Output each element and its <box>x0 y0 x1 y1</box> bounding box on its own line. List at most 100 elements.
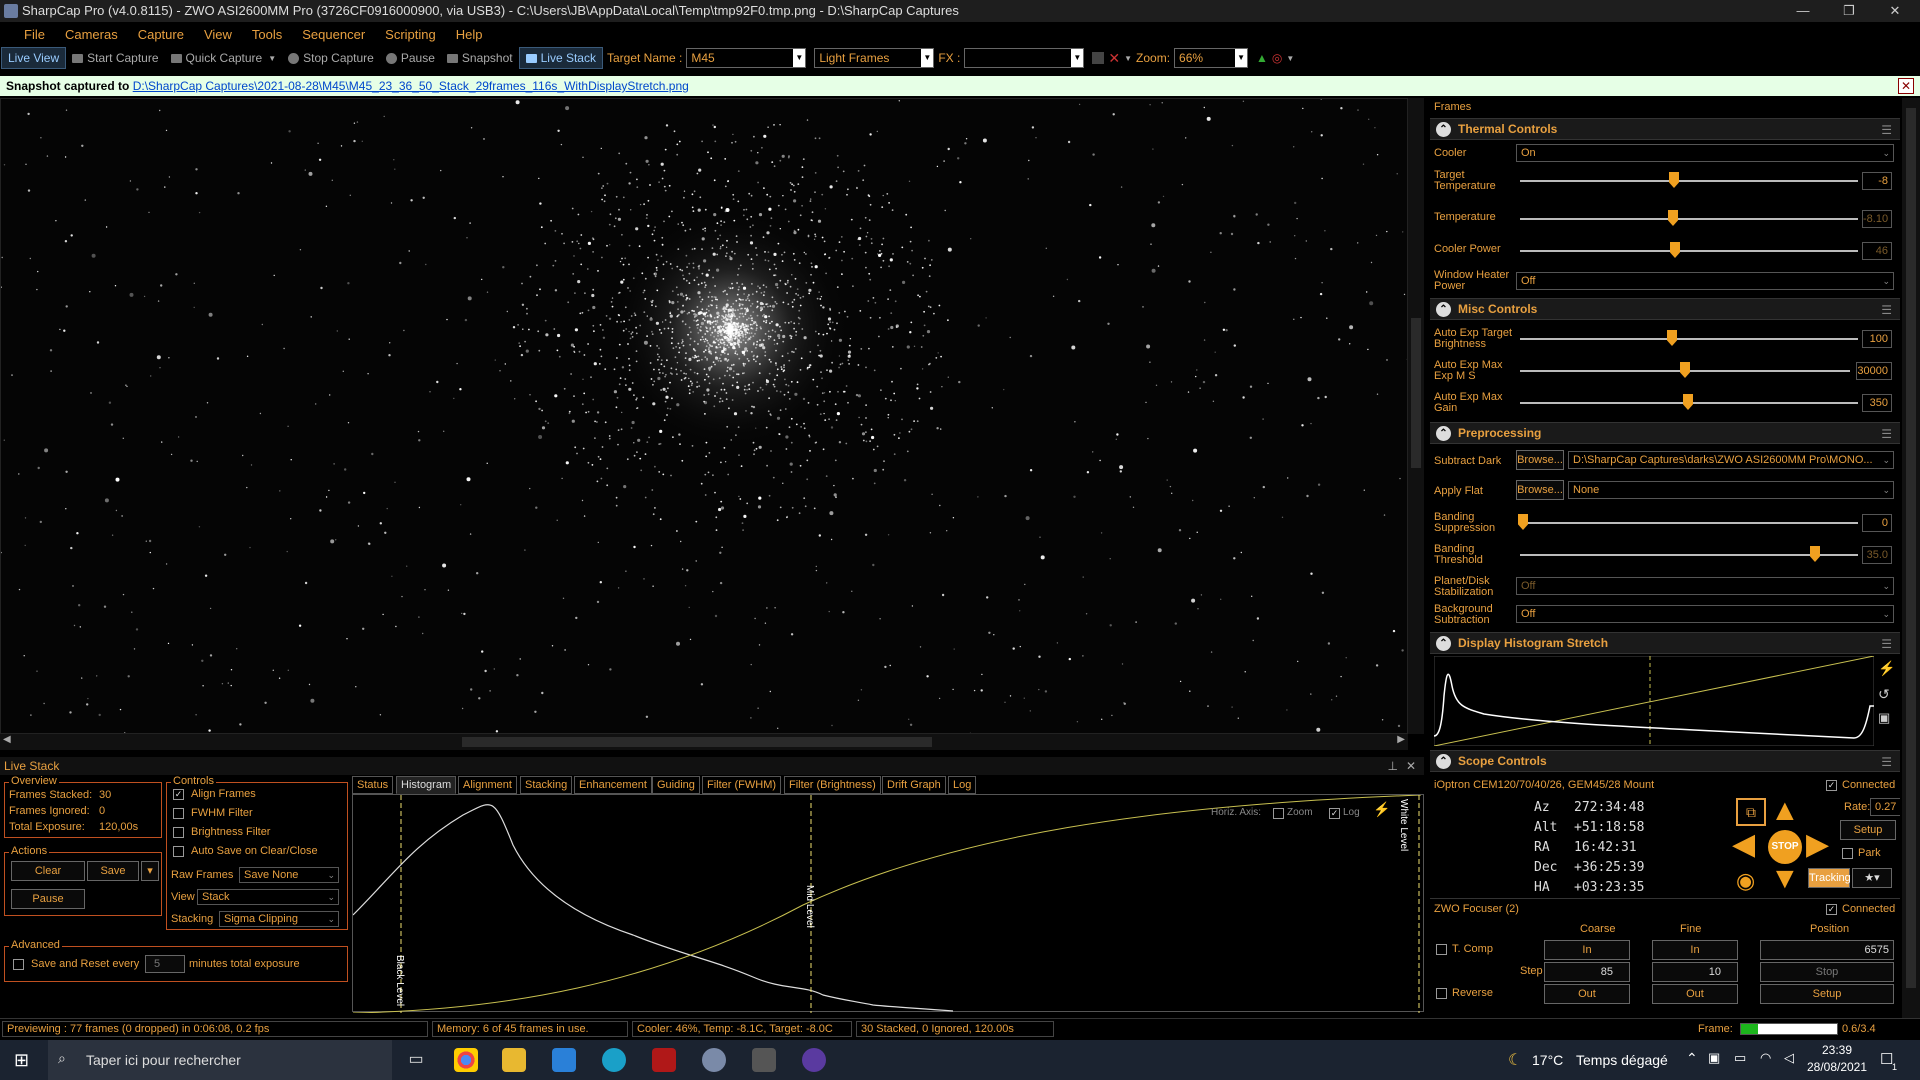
zoom-select[interactable]: 66% ▼ <box>1174 48 1249 68</box>
coarse-step-input[interactable]: 85 <box>1544 962 1630 982</box>
tab-status[interactable]: Status <box>352 776 394 794</box>
live-stack-button[interactable]: Live Stack <box>518 47 603 69</box>
slider-knob[interactable] <box>1680 362 1690 378</box>
start-capture-button[interactable]: Start Capture <box>66 47 164 69</box>
menu-cameras[interactable]: Cameras <box>55 27 128 42</box>
save-icon[interactable]: ▣ <box>1878 710 1890 726</box>
stop-capture-button[interactable]: Stop Capture <box>282 47 380 69</box>
fine-in-button[interactable]: In <box>1652 940 1738 960</box>
minutes-stepper[interactable]: 5 <box>145 955 185 973</box>
collapse-icon[interactable]: ⌃ <box>1436 636 1451 651</box>
tab-drift-graph[interactable]: Drift Graph <box>882 776 946 794</box>
viewer-vertical-scrollbar[interactable] <box>1408 98 1424 734</box>
scroll-right-icon[interactable]: ▶ <box>1397 734 1405 745</box>
zoom-tool-icon[interactable]: ◎ <box>1272 51 1282 65</box>
quick-capture-button[interactable]: Quick Capture ▼ <box>165 47 283 69</box>
snapshot-path-link[interactable]: D:\SharpCap Captures\2021-08-28\M45\M45_… <box>133 79 689 93</box>
pause-button[interactable]: Pause <box>380 47 441 69</box>
goto-icon[interactable]: ⧉ <box>1736 798 1766 826</box>
crosshair-icon[interactable]: ✕ <box>1108 50 1120 67</box>
autosave-checkbox[interactable] <box>173 846 184 857</box>
display-stretch-histogram[interactable] <box>1434 656 1874 746</box>
app-red-icon[interactable] <box>652 1048 676 1072</box>
menu-icon[interactable]: ☰ <box>1881 427 1892 441</box>
scroll-thumb[interactable] <box>462 737 932 747</box>
view-select[interactable]: Stack ⌄ <box>197 889 339 905</box>
wifi-icon[interactable]: ◠ <box>1760 1050 1771 1066</box>
focuser-connected-checkbox[interactable]: ✓ <box>1826 904 1837 915</box>
edge-icon[interactable] <box>602 1048 626 1072</box>
scope-controls-header[interactable]: ⌃ Scope Controls ☰ <box>1430 750 1900 772</box>
chevron-down-icon[interactable]: ▼ <box>921 49 934 67</box>
auto-stretch-icon[interactable]: ⚡ <box>1373 801 1390 818</box>
background-subtraction-select[interactable]: Off ⌄ <box>1516 605 1894 623</box>
east-arrow-button[interactable]: ◀ <box>1732 830 1755 860</box>
auto-exp-target-slider[interactable] <box>1520 338 1858 340</box>
coarse-in-button[interactable]: In <box>1544 940 1630 960</box>
menu-file[interactable]: File <box>14 27 55 42</box>
save-options-icon[interactable]: ▾ <box>141 861 159 881</box>
fx-select[interactable]: ▼ <box>964 48 1085 68</box>
viewer-horizontal-scrollbar[interactable]: ◀ ▶ <box>0 734 1408 750</box>
menu-icon[interactable]: ☰ <box>1881 637 1892 651</box>
scope-connected-checkbox[interactable]: ✓ <box>1826 780 1837 791</box>
battery-icon[interactable]: ▭ <box>1734 1050 1746 1066</box>
chrome-icon[interactable] <box>454 1048 478 1072</box>
frame-type-select[interactable]: Light Frames ▼ <box>814 48 935 68</box>
stack-histogram-chart[interactable] <box>352 794 1425 1014</box>
tab-log[interactable]: Log <box>948 776 977 794</box>
focuser-stop-button[interactable]: Stop <box>1760 962 1894 982</box>
collapse-icon[interactable]: ⌃ <box>1436 302 1451 317</box>
fwhm-filter-checkbox[interactable] <box>173 808 184 819</box>
reverse-checkbox[interactable] <box>1436 988 1447 999</box>
taskbar-search-box[interactable]: ⌕ Taper ici pour rechercher <box>48 1040 392 1080</box>
chevron-down-icon[interactable]: ▼ <box>1124 54 1132 63</box>
south-arrow-button[interactable]: ▼ <box>1770 864 1800 894</box>
tab-guiding[interactable]: Guiding <box>652 776 700 794</box>
cooler-select[interactable]: On ⌄ <box>1516 144 1894 162</box>
image-viewer[interactable] <box>0 98 1408 734</box>
stellarium-icon[interactable] <box>802 1048 826 1072</box>
brightness-filter-checkbox[interactable] <box>173 827 184 838</box>
browse-dark-button[interactable]: Browse... <box>1516 450 1564 470</box>
align-frames-checkbox[interactable]: ✓ <box>173 789 184 800</box>
tab-filter-fwhm[interactable]: Filter (FWHM) <box>702 776 782 794</box>
collapse-icon[interactable]: ⌃ <box>1436 754 1451 769</box>
tracking-button[interactable]: Tracking <box>1808 868 1851 888</box>
windows-start-icon[interactable]: ⊞ <box>14 1050 29 1071</box>
window-heater-select[interactable]: Off ⌄ <box>1516 272 1894 290</box>
pin-icon[interactable]: ⊥ <box>1388 757 1398 775</box>
stack-histogram-panel[interactable]: Black Level Mid Level White Level Horiz.… <box>352 794 1425 1014</box>
tab-stacking[interactable]: Stacking <box>520 776 573 794</box>
menu-capture[interactable]: Capture <box>128 27 194 42</box>
menu-icon[interactable]: ☰ <box>1881 303 1892 317</box>
menu-view[interactable]: View <box>194 27 242 42</box>
log-checkbox[interactable]: ✓ <box>1329 808 1340 819</box>
target-temperature-slider[interactable] <box>1520 180 1858 182</box>
close-button[interactable]: ✕ <box>1872 0 1918 22</box>
raw-frames-select[interactable]: Save None ⌄ <box>239 867 339 883</box>
dark-file-select[interactable]: D:\SharpCap Captures\darks\ZWO ASI2600MM… <box>1568 451 1894 469</box>
collapse-icon[interactable]: ⌃ <box>1436 426 1451 441</box>
chevron-down-icon[interactable]: ▼ <box>1235 49 1248 67</box>
slider-knob[interactable] <box>1667 330 1677 346</box>
clear-stack-button[interactable]: Clear <box>11 861 85 881</box>
tcomp-checkbox[interactable] <box>1436 944 1447 955</box>
task-view-icon[interactable]: ▭ <box>404 1048 428 1072</box>
display-stretch-header[interactable]: ⌃ Display Histogram Stretch ☰ <box>1430 632 1900 654</box>
target-name-input[interactable]: M45 ▼ <box>686 48 807 68</box>
browse-flat-button[interactable]: Browse... <box>1516 480 1564 500</box>
menu-icon[interactable]: ☰ <box>1881 123 1892 137</box>
menu-tools[interactable]: Tools <box>242 27 292 42</box>
focuser-setup-button[interactable]: Setup <box>1760 984 1894 1004</box>
stop-slew-button[interactable]: STOP <box>1768 830 1802 864</box>
snapshot-button[interactable]: Snapshot <box>441 47 519 69</box>
thermal-controls-header[interactable]: ⌃ Thermal Controls ☰ <box>1430 118 1900 140</box>
auto-exp-max-exp-value[interactable]: 30000 <box>1856 362 1892 380</box>
tab-histogram[interactable]: Histogram <box>396 776 457 794</box>
chevron-down-icon[interactable]: ▼ <box>268 54 276 63</box>
tray-device-icon[interactable]: ▣ <box>1708 1050 1720 1066</box>
scroll-left-icon[interactable]: ◀ <box>3 734 11 745</box>
maximize-button[interactable]: ❐ <box>1826 0 1872 22</box>
flat-file-select[interactable]: None ⌄ <box>1568 481 1894 499</box>
